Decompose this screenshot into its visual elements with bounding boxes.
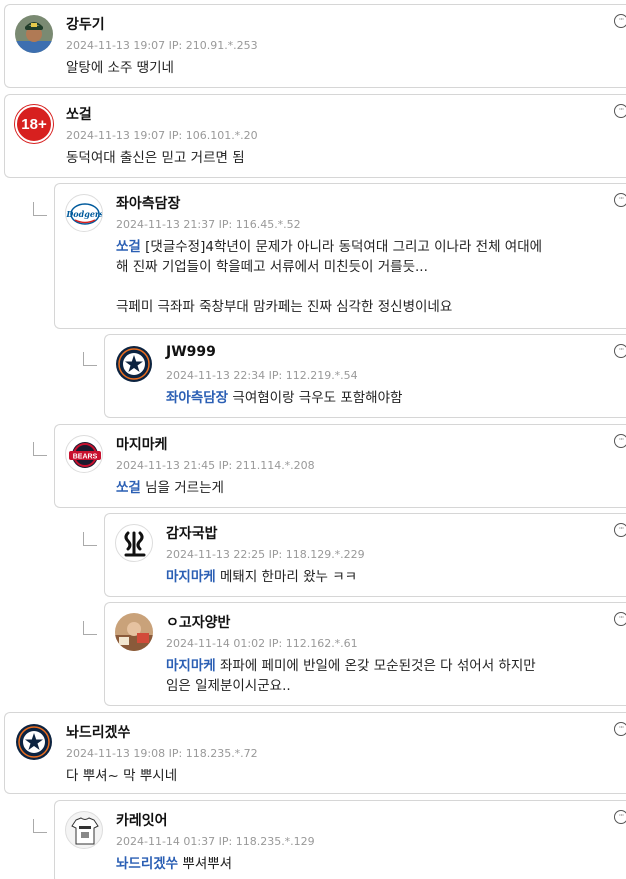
comment-body: 알탕에 소주 땡기네 [66,60,174,76]
more-options-icon[interactable]: ··· [614,523,626,537]
more-options-icon[interactable]: ··· [614,612,626,626]
adult-badge-icon: 18+ [21,116,47,133]
comment-item: 놔드리겠쑤 2024-11-13 19:08 IP: 118.235.*.72 … [4,712,626,794]
bears-logo-icon: BEARS [69,442,101,468]
jersey-avatar-icon [71,817,99,845]
comment-text: 마지마케 메퇘지 한마리 왔누 ㅋㅋ [166,567,357,587]
mention-link[interactable]: 좌아측담장 [166,390,228,406]
comment-text: 알탕에 소주 땡기네 [66,58,174,78]
mention-link[interactable]: 마지마케 [166,658,216,674]
nickname[interactable]: 감자국밥 [166,523,218,543]
reply-arrow-icon [83,532,97,546]
avatar[interactable] [115,524,153,562]
comment-item: 감자국밥 2024-11-13 22:25 IP: 118.129.*.229 … [104,513,626,597]
astros-logo-icon [16,724,52,760]
more-options-icon[interactable]: ··· [614,344,626,358]
more-options-icon[interactable]: ··· [614,810,626,824]
reply-arrow-icon [83,621,97,635]
comment-item: 카레잇어 2024-11-14 01:37 IP: 118.235.*.129 … [54,800,626,879]
comment-meta: 2024-11-13 21:45 IP: 211.114.*.208 [116,459,315,472]
comment-item: 강두기 2024-11-13 19:07 IP: 210.91.*.253 알탕… [4,4,626,88]
comment-text: 마지마케 좌파에 페미에 반일에 온갖 모순된것은 다 섞어서 하지만 임은 일… [166,656,540,696]
comment-text: 좌아측담장 극여혐이랑 극우도 포함해야함 [166,388,402,408]
mention-link[interactable]: 쏘걸 [116,239,141,255]
more-options-icon[interactable]: ··· [614,193,626,207]
comment-meta: 2024-11-14 01:02 IP: 112.162.*.61 [166,637,358,650]
nickname[interactable]: JW999 [166,344,216,360]
comment-body: 뿌셔뿌셔 [178,856,233,872]
comment-body: [댓글수정]4학년이 문제가 아니라 동덕여대 그리고 이나라 전체 여대에 해… [116,239,543,315]
comment-body: 극여혐이랑 극우도 포함해야함 [228,390,403,406]
comment-text: 다 뿌셔~ 막 뿌시네 [66,766,177,786]
comment-meta: 2024-11-13 19:08 IP: 118.235.*.72 [66,747,258,760]
comment-body: 좌파에 페미에 반일에 온갖 모순된것은 다 섞어서 하지만 임은 일제분이시군… [166,658,536,694]
comment-meta: 2024-11-14 01:37 IP: 118.235.*.129 [116,835,315,848]
comment-meta: 2024-11-13 22:25 IP: 118.129.*.229 [166,548,365,561]
comment-meta: 2024-11-13 19:07 IP: 106.101.*.20 [66,129,258,142]
person-avatar-icon [15,15,53,53]
dodgers-logo-text: Dodgers [66,209,103,219]
comment-body: 메퇘지 한마리 왔누 ㅋㅋ [215,569,358,585]
reply-arrow-icon [33,819,47,833]
avatar[interactable] [15,15,53,53]
comment-item: 18+ 쏘걸 2024-11-13 19:07 IP: 106.101.*.20… [4,94,626,178]
more-options-icon[interactable]: ··· [614,104,626,118]
nickname[interactable]: 좌아측담장 [116,193,180,213]
comment-text: 쏘걸 [댓글수정]4학년이 문제가 아니라 동덕여대 그리고 이나라 전체 여대… [116,237,542,317]
avatar[interactable] [115,613,153,651]
reply-arrow-icon [33,202,47,216]
avatar[interactable]: Dodgers [65,194,103,232]
comment-item: BEARS 마지마케 2024-11-13 21:45 IP: 211.114.… [54,424,626,508]
dodgers-logo-icon: Dodgers [66,203,103,225]
nickname[interactable]: 마지마케 [116,434,168,454]
more-options-icon[interactable]: ··· [614,434,626,448]
white-sox-logo-icon [124,531,146,557]
comment-text: 놔드리겠쑤 뿌셔뿌셔 [116,854,232,874]
astros-logo-icon [116,346,152,382]
comment-item: ㅇ고자양반 2024-11-14 01:02 IP: 112.162.*.61 … [104,602,626,706]
comment-meta: 2024-11-13 21:37 IP: 116.45.*.52 [116,218,301,231]
nickname[interactable]: 강두기 [66,14,105,34]
bears-logo-text: BEARS [73,454,98,461]
photo-avatar-icon [115,613,153,651]
comment-item: JW999 2024-11-13 22:34 IP: 112.219.*.54 … [104,334,626,418]
mention-link[interactable]: 쏘걸 [116,480,141,496]
comment-text: 동덕여대 출신은 믿고 거르면 됨 [66,148,245,168]
comment-body: 님을 거르는게 [140,480,224,496]
comment-body: 다 뿌셔~ 막 뿌시네 [66,768,178,784]
reply-arrow-icon [33,442,47,456]
avatar[interactable] [115,345,153,383]
avatar[interactable]: BEARS [65,435,103,473]
more-options-icon[interactable]: ··· [614,14,626,28]
comment-item: Dodgers 좌아측담장 2024-11-13 21:37 IP: 116.4… [54,183,626,329]
mention-link[interactable]: 마지마케 [166,569,216,585]
avatar[interactable]: 18+ [15,105,53,143]
reply-arrow-icon [83,352,97,366]
avatar[interactable] [15,723,53,761]
comment-body: 동덕여대 출신은 믿고 거르면 됨 [66,150,245,166]
comment-meta: 2024-11-13 19:07 IP: 210.91.*.253 [66,39,258,52]
more-options-icon[interactable]: ··· [614,722,626,736]
avatar[interactable] [65,811,103,849]
nickname[interactable]: 쏘걸 [66,104,92,124]
nickname[interactable]: 놔드리겠쑤 [66,722,130,742]
nickname[interactable]: 카레잇어 [116,810,168,830]
mention-link[interactable]: 놔드리겠쑤 [116,856,178,872]
comment-text: 쏘걸 님을 거르는게 [116,478,224,498]
comment-meta: 2024-11-13 22:34 IP: 112.219.*.54 [166,369,358,382]
nickname[interactable]: ㅇ고자양반 [166,612,230,632]
